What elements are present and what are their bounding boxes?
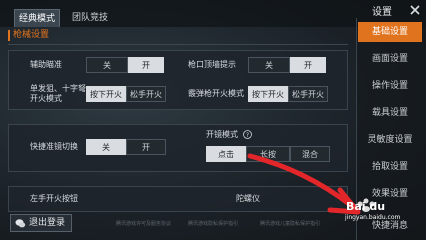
muzzle-hint-off-button[interactable]: 关 (248, 57, 290, 73)
watermark-logo: Bai du (346, 200, 386, 213)
tab-classic-mode[interactable]: 经典模式 (14, 9, 60, 27)
sniper-press-fire-button[interactable]: 按下开火 (86, 86, 126, 102)
sidebar-item-controls[interactable]: 操作设置 (358, 76, 422, 96)
quick-scope-label: 快捷准镜切换 (30, 142, 78, 151)
shotgun-fire-mode-label: 霰弹枪开火模式 (188, 89, 244, 98)
section-divider (8, 44, 348, 45)
sniper-fire-mode-label: 单发狙、十字弩开火模式 (30, 84, 86, 103)
help-icon[interactable]: ? (243, 130, 252, 139)
scope-mode-label: 开镜模式 (206, 130, 238, 139)
aim-assist-on-button[interactable]: 开 (128, 57, 164, 73)
sidebar-item-sensitivity[interactable]: 灵敏度设置 (358, 130, 422, 150)
close-icon[interactable] (408, 3, 422, 17)
wechat-icon (15, 219, 26, 228)
sidebar-item-graphics[interactable]: 画面设置 (358, 49, 422, 69)
muzzle-hint-on-button[interactable]: 开 (290, 57, 326, 73)
footer-privacy-link[interactable]: 腾讯游戏隐私保护指引 (188, 220, 238, 227)
sniper-release-fire-button[interactable]: 松手开火 (126, 86, 166, 102)
scope-mode-mixed-button[interactable]: 混合 (290, 146, 330, 162)
shotgun-release-fire-button[interactable]: 松手开火 (288, 86, 328, 102)
aim-assist-off-button[interactable]: 关 (86, 57, 128, 73)
gyroscope-label: 陀螺仪 (236, 194, 260, 203)
section-accent-bar (8, 30, 10, 41)
shotgun-press-fire-button[interactable]: 按下开火 (248, 86, 288, 102)
aim-assist-label: 辅助瞄准 (30, 60, 62, 69)
sidebar-item-basic[interactable]: 基础设置 (358, 22, 422, 42)
sidebar-item-pickup[interactable]: 拾取设置 (358, 157, 422, 177)
left-fire-button-label: 左手开火按钮 (30, 194, 78, 203)
svg-text:?: ? (246, 132, 249, 139)
sidebar-item-vehicle[interactable]: 载具设置 (358, 103, 422, 123)
settings-title: 设置 (372, 7, 392, 18)
muzzle-hint-label: 枪口顶墙提示 (188, 60, 236, 69)
watermark-url: jingyan.baidu.com (345, 214, 401, 221)
logout-button[interactable]: 退出登录 (10, 214, 72, 232)
footer-child-privacy-link[interactable]: 腾讯游戏儿童隐私保护指引 (260, 220, 320, 227)
footer-license-link[interactable]: 腾讯游戏许可及服务协议 (116, 220, 171, 227)
tab-team-deathmatch[interactable]: 团队竞技 (62, 9, 118, 27)
baidu-paw-logo (357, 198, 375, 212)
section-title: 枪械设置 (13, 30, 50, 40)
logout-label: 退出登录 (29, 218, 66, 228)
scope-mode-hold-button[interactable]: 长按 (246, 146, 290, 162)
scope-mode-tap-button[interactable]: 点击 (206, 146, 246, 162)
quick-scope-off-button[interactable]: 关 (86, 139, 126, 155)
quick-scope-on-button[interactable]: 开 (126, 139, 166, 155)
